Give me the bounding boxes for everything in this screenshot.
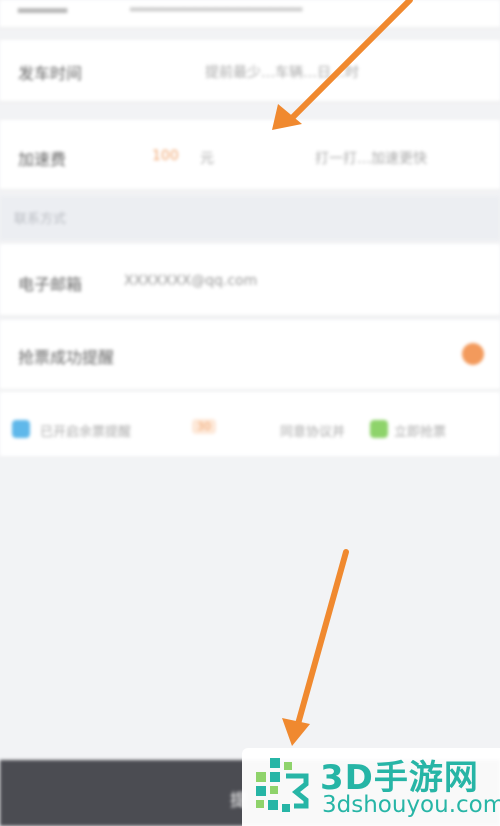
contact-section-title: 联系方式 xyxy=(14,212,67,227)
email-label: 电子邮箱 xyxy=(18,275,83,294)
site-watermark: 3D手游网 3dshouyou.com xyxy=(242,748,500,826)
departure-time-value: 提前最少…车辆…日…时 xyxy=(205,65,359,81)
option2-label[interactable]: 同意协议并 xyxy=(280,421,345,440)
watermark-logo-icon xyxy=(256,758,309,812)
email-value[interactable]: XXXXXXX@qq.com xyxy=(124,273,257,289)
departure-time-label: 发车时间 xyxy=(18,64,83,83)
speedup-fee-label: 加速费 xyxy=(18,150,67,169)
alert-label: 抢票成功提醒 xyxy=(18,348,115,367)
option1-label: 已开启余票提醒 xyxy=(40,425,132,440)
speedup-fee-unit: 元 xyxy=(200,151,214,167)
checkbox-icon[interactable] xyxy=(12,420,30,438)
app-screen: ▂▂▂▂ ▂▂▂▂▂▂▂▂▂▂▂▂▂▂▂▂ 发车时间 提前最少…车辆…日…时 加… xyxy=(0,0,500,826)
alert-row[interactable]: 抢票成功提醒 xyxy=(0,320,500,390)
option1-badge: 30 xyxy=(192,419,216,434)
top-partial-row: ▂▂▂▂ ▂▂▂▂▂▂▂▂▂▂▂▂▂▂▂▂ xyxy=(0,0,500,28)
departure-time-row[interactable]: 发车时间 提前最少…车辆…日…时 xyxy=(0,40,500,102)
contact-section-header: 联系方式 xyxy=(0,196,500,240)
top-partial-label: ▂▂▂▂ xyxy=(18,0,68,13)
email-row[interactable]: 电子邮箱 XXXXXXX@qq.com xyxy=(0,244,500,316)
speedup-fee-hint: 打一打…加速更快 xyxy=(315,151,427,167)
watermark-domain: 3dshouyou.com xyxy=(322,792,500,818)
speedup-fee-row[interactable]: 加速费 100 元 打一打…加速更快 xyxy=(0,120,500,190)
option3-label[interactable]: 立即抢票 xyxy=(394,421,446,440)
top-partial-value: ▂▂▂▂▂▂▂▂▂▂▂▂▂▂▂▂ xyxy=(130,0,303,12)
options-row: 已开启余票提醒 30 同意协议并 立即抢票 xyxy=(0,392,500,456)
speedup-fee-amount: 100 xyxy=(152,148,179,164)
agree-icon[interactable] xyxy=(370,420,388,438)
alert-toggle[interactable] xyxy=(462,343,484,365)
